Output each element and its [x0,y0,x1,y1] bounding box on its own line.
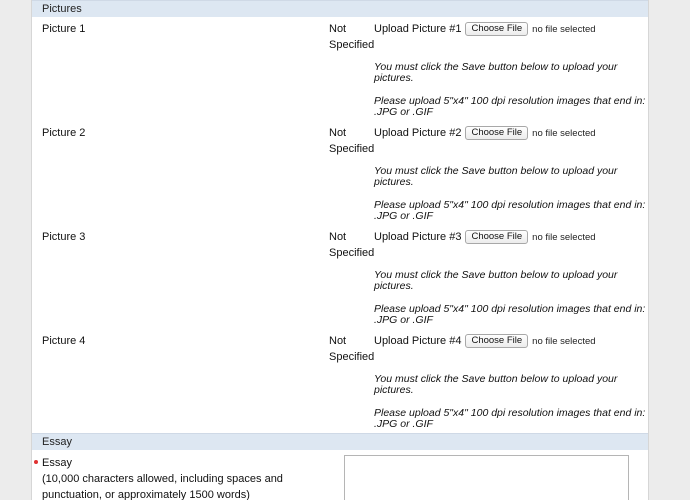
form-panel: Pictures Picture 1 Not Specified Upload … [31,0,649,500]
format-note: Please upload 5"x4" 100 dpi resolution i… [374,95,646,118]
choose-file-button-3[interactable]: Choose File [465,230,529,244]
save-note: You must click the Save button below to … [374,269,618,292]
essay-section-title: Essay [42,436,72,448]
save-note: You must click the Save button below to … [374,373,618,396]
upload-control: Upload Picture #1 Choose File no file se… [374,20,596,38]
picture-label: Picture 1 [42,23,86,35]
essay-label: Essay [42,457,72,469]
picture-label: Picture 4 [42,335,86,347]
required-marker [34,460,38,464]
picture-row-2: Picture 2 Not Specified Upload Picture #… [32,121,648,225]
essay-section-header: Essay [32,433,648,450]
save-note: You must click the Save button below to … [374,165,618,188]
choose-file-button-1[interactable]: Choose File [465,22,529,36]
picture-status: Not Specified [329,335,375,363]
file-status: no file selected [532,231,596,243]
essay-row: Essay (10,000 characters allowed, includ… [32,451,648,500]
file-status: no file selected [532,335,596,347]
format-note: Please upload 5"x4" 100 dpi resolution i… [374,407,646,430]
picture-label: Picture 2 [42,127,86,139]
upload-label: Upload Picture #4 [374,335,462,347]
save-note: You must click the Save button below to … [374,61,618,84]
essay-textarea[interactable] [344,455,629,500]
pictures-section-header: Pictures [32,0,648,17]
picture-status: Not Specified [329,23,375,51]
upload-label: Upload Picture #1 [374,23,462,35]
choose-file-button-4[interactable]: Choose File [465,334,529,348]
choose-file-button-2[interactable]: Choose File [465,126,529,140]
picture-status: Not Specified [329,127,375,155]
picture-row-4: Picture 4 Not Specified Upload Picture #… [32,329,648,433]
picture-label: Picture 3 [42,231,86,243]
picture-row-3: Picture 3 Not Specified Upload Picture #… [32,225,648,329]
upload-label: Upload Picture #2 [374,127,462,139]
upload-control: Upload Picture #3 Choose File no file se… [374,228,596,246]
picture-row-1: Picture 1 Not Specified Upload Picture #… [32,17,648,121]
picture-status: Not Specified [329,231,375,259]
file-status: no file selected [532,23,596,35]
upload-control: Upload Picture #2 Choose File no file se… [374,124,596,142]
format-note: Please upload 5"x4" 100 dpi resolution i… [374,199,646,222]
upload-control: Upload Picture #4 Choose File no file se… [374,332,596,350]
format-note: Please upload 5"x4" 100 dpi resolution i… [374,303,646,326]
pictures-section-title: Pictures [42,3,82,15]
essay-help-text: (10,000 characters allowed, including sp… [42,473,283,500]
upload-label: Upload Picture #3 [374,231,462,243]
file-status: no file selected [532,127,596,139]
